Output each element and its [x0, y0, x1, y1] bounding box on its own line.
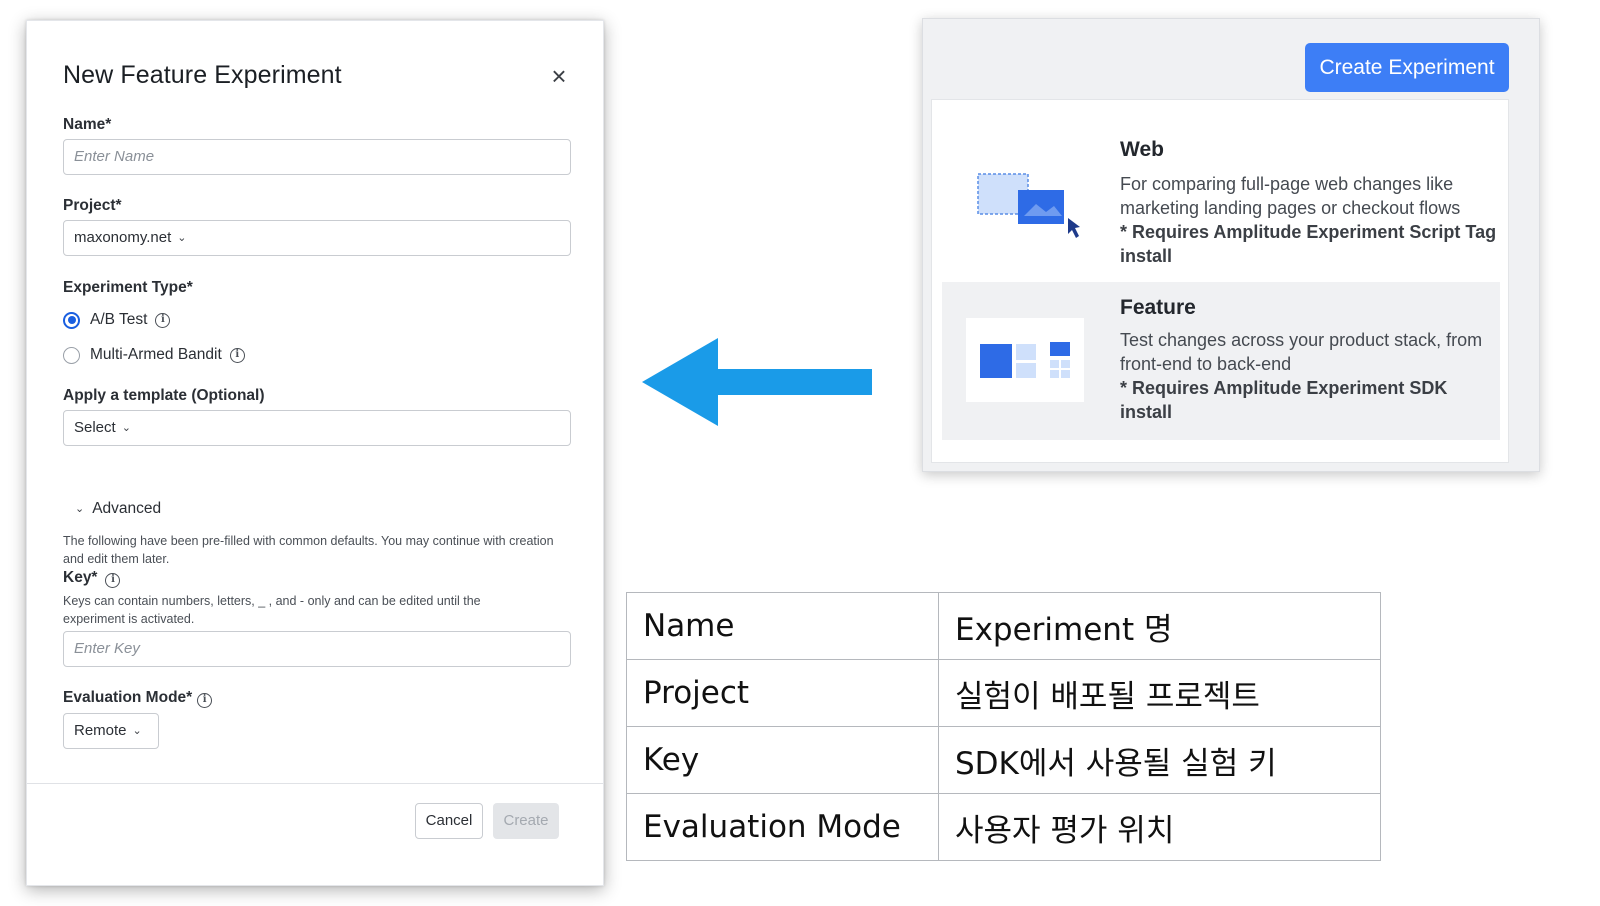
- name-input[interactable]: Enter Name: [63, 139, 571, 175]
- web-option[interactable]: Web For comparing full-page web changes …: [932, 100, 1508, 280]
- create-button[interactable]: Create: [493, 803, 559, 839]
- experiment-type-panel: Create Experiment Web For comparing full…: [922, 18, 1540, 472]
- key-input[interactable]: Enter Key: [63, 631, 571, 667]
- field-description-table: Name Experiment 명 Project 실험이 배포될 프로젝트 K…: [626, 592, 1381, 861]
- info-icon[interactable]: i: [105, 573, 121, 588]
- experiment-type-list: Web For comparing full-page web changes …: [931, 99, 1509, 463]
- web-description: For comparing full-page web changes like…: [1120, 174, 1461, 218]
- radio-ab-test[interactable]: A/B Test i: [63, 311, 171, 329]
- template-select[interactable]: Select ⌄: [63, 410, 571, 446]
- template-label: Apply a template (Optional): [63, 387, 265, 404]
- radio-multi-armed-bandit-label: Multi-Armed Bandit: [90, 346, 222, 363]
- table-row: Name Experiment 명: [626, 592, 1381, 660]
- project-select[interactable]: maxonomy.net ⌄: [63, 220, 571, 256]
- advanced-label: Advanced: [92, 500, 162, 517]
- feature-description: Test changes across your product stack, …: [1120, 330, 1483, 374]
- table-key: Evaluation Mode: [626, 793, 939, 861]
- feature-option[interactable]: Feature Test changes across your product…: [942, 282, 1500, 440]
- radio-multi-armed-bandit[interactable]: Multi-Armed Bandit i: [63, 346, 245, 364]
- web-requirement: * Requires Amplitude Experiment Script T…: [1120, 222, 1497, 266]
- left-arrow-icon: [642, 338, 872, 426]
- chevron-down-icon: ⌄: [132, 725, 142, 737]
- advanced-help-text: The following have been pre-filled with …: [63, 534, 554, 566]
- table-key: Key: [626, 726, 939, 794]
- table-key: Name: [626, 592, 939, 660]
- info-icon[interactable]: i: [155, 312, 171, 328]
- table-row: Project 실험이 배포될 프로젝트: [626, 659, 1381, 727]
- modal-title: New Feature Experiment: [63, 61, 342, 89]
- table-key: Project: [626, 659, 939, 727]
- radio-multi-armed-bandit-button[interactable]: [63, 346, 80, 364]
- key-help-text: Keys can contain numbers, letters, _ , a…: [63, 594, 481, 626]
- chevron-down-icon: ⌄: [75, 503, 85, 515]
- name-label: Name*: [63, 116, 112, 133]
- evaluation-mode-label-row: Evaluation Mode* i: [63, 689, 213, 708]
- chevron-down-icon: ⌄: [121, 422, 131, 434]
- info-icon[interactable]: i: [229, 347, 245, 363]
- experiment-type-label: Experiment Type*: [63, 279, 193, 296]
- project-value: maxonomy.net: [74, 229, 172, 246]
- evaluation-mode-value: Remote: [74, 722, 127, 739]
- radio-ab-test-label: A/B Test: [90, 311, 148, 328]
- project-label: Project*: [63, 197, 122, 214]
- feature-title: Feature: [1120, 296, 1196, 319]
- table-value: 사용자 평가 위치: [938, 793, 1381, 861]
- new-feature-experiment-modal: New Feature Experiment × Name* Enter Nam…: [26, 20, 604, 886]
- web-title: Web: [1120, 138, 1164, 161]
- table-value: 실험이 배포될 프로젝트: [938, 659, 1381, 727]
- template-value: Select: [74, 419, 116, 436]
- info-icon[interactable]: i: [197, 693, 213, 708]
- table-row: Key SDK에서 사용될 실험 키: [626, 726, 1381, 794]
- evaluation-mode-select[interactable]: Remote ⌄: [63, 713, 159, 749]
- feature-requirement: * Requires Amplitude Experiment SDK inst…: [1120, 378, 1448, 422]
- radio-ab-test-button[interactable]: [63, 311, 80, 329]
- create-experiment-button[interactable]: Create Experiment: [1305, 43, 1509, 92]
- advanced-toggle[interactable]: ⌄ Advanced: [75, 500, 161, 518]
- table-row: Evaluation Mode 사용자 평가 위치: [626, 793, 1381, 861]
- web-illustration-icon: [977, 173, 1080, 238]
- key-label: Key*: [63, 569, 98, 586]
- chevron-down-icon: ⌄: [177, 232, 187, 244]
- evaluation-mode-label: Evaluation Mode*: [63, 689, 193, 706]
- key-label-row: Key* i: [63, 569, 121, 588]
- feature-illustration-icon: [980, 342, 1070, 378]
- table-value: Experiment 명: [938, 592, 1381, 660]
- feature-illustration-frame: [966, 318, 1084, 402]
- close-icon[interactable]: ×: [545, 63, 573, 91]
- footer-divider: [27, 783, 603, 784]
- table-value: SDK에서 사용될 실험 키: [938, 726, 1381, 794]
- cancel-button[interactable]: Cancel: [415, 803, 483, 839]
